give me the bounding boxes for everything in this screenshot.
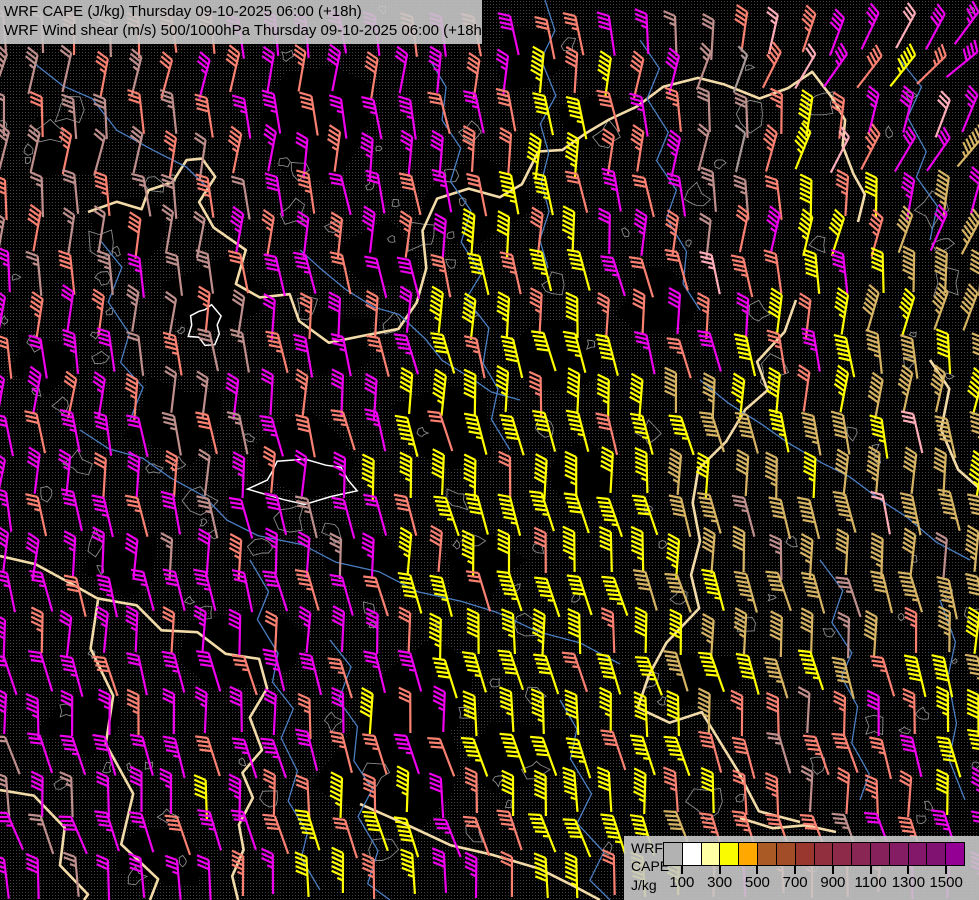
cape-tick [870, 866, 872, 874]
cape-scale-cell [683, 843, 702, 865]
cape-scale-cell [664, 843, 683, 865]
cape-scale-cell [927, 843, 946, 865]
cape-tick [719, 866, 721, 874]
cape-tick-label: 500 [745, 874, 770, 891]
cape-scale-cell [758, 843, 777, 865]
cape-tick-label: 900 [820, 874, 845, 891]
cape-tick-label: 1500 [929, 874, 962, 891]
cape-colorbar [663, 842, 965, 866]
cape-tick [794, 866, 796, 874]
cape-tick [945, 866, 947, 874]
cape-scale-cell [890, 843, 909, 865]
cape-scale-cell [946, 843, 964, 865]
cape-scale-cell [777, 843, 796, 865]
cape-scale-cell [739, 843, 758, 865]
cape-tick [907, 866, 909, 874]
legend-label-unit: J/kg [631, 878, 657, 893]
cape-tick-label: 700 [783, 874, 808, 891]
title-overlay: WRF CAPE (J/kg) Thursday 09-10-2025 06:0… [0, 0, 482, 44]
cape-scale-cell [815, 843, 834, 865]
cape-tick-label: 300 [707, 874, 732, 891]
weather-map-stage: WRF CAPE (J/kg) Thursday 09-10-2025 06:0… [0, 0, 979, 900]
cape-scale-cell [833, 843, 852, 865]
cape-scale-cell [702, 843, 721, 865]
cape-tick [756, 866, 758, 874]
cape-tick [832, 866, 834, 874]
cape-scale-cell [796, 843, 815, 865]
cape-scale-cell [720, 843, 739, 865]
cape-scale-cell [871, 843, 890, 865]
title-line-cape: WRF CAPE (J/kg) Thursday 09-10-2025 06:0… [4, 2, 478, 21]
cape-legend: WRF CAPE J/kg 10030050070090011001300150… [624, 836, 979, 900]
cape-scale-cell [852, 843, 871, 865]
wrf-map-canvas [0, 0, 979, 900]
cape-tick-label: 100 [669, 874, 694, 891]
title-line-shear: WRF Wind shear (m/s) 500/1000hPa Thursda… [4, 21, 478, 40]
cape-tick-label: 1100 [854, 874, 886, 891]
cape-tick-label: 1300 [892, 874, 925, 891]
cape-tick [681, 866, 683, 874]
cape-scale-cell [909, 843, 928, 865]
legend-label-wrf: WRF [631, 841, 663, 856]
